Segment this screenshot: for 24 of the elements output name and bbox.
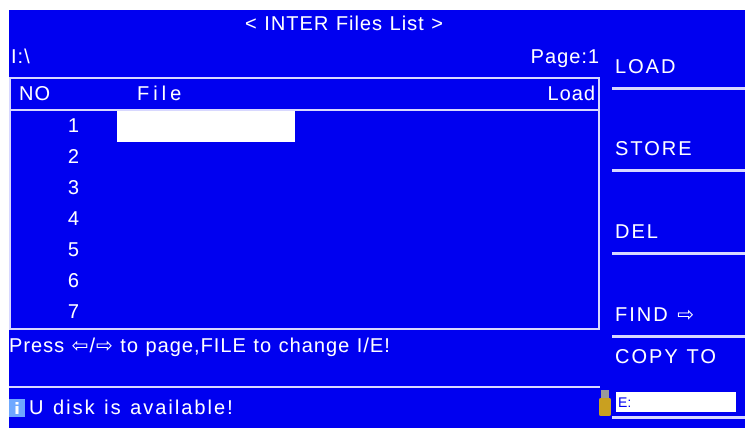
- row-number: 3: [66, 177, 79, 200]
- hint-text: Press ⇦/⇨ to page,FILE to change I/E!: [9, 334, 391, 358]
- info-icon: [9, 399, 25, 417]
- path-label: I:\: [11, 46, 31, 69]
- column-header: File: [137, 82, 186, 104]
- softkey-button[interactable]: STORE: [612, 138, 694, 161]
- softkey-button[interactable]: LOAD: [612, 56, 678, 79]
- status-message: U disk is available!: [29, 396, 235, 420]
- column-header: Load: [548, 82, 596, 104]
- row-number: 7: [66, 301, 79, 324]
- copy-to-label: COPY TO: [614, 346, 718, 369]
- row-number: 5: [66, 239, 79, 262]
- usb-drive-icon: [599, 390, 611, 416]
- row-number: 1: [66, 115, 79, 138]
- destination-field[interactable]: E:: [616, 392, 736, 412]
- page-label: Page:1: [530, 46, 600, 69]
- row-number: 6: [66, 270, 79, 293]
- row-number: 4: [66, 208, 79, 231]
- column-header: NO: [19, 82, 51, 104]
- screen-title: < INTER Files List >: [245, 12, 444, 36]
- row-number: 2: [66, 146, 79, 169]
- selected-file-cell[interactable]: [117, 111, 295, 142]
- softkey-button[interactable]: DEL: [612, 221, 660, 244]
- softkey-button[interactable]: FIND ⇨: [612, 302, 696, 327]
